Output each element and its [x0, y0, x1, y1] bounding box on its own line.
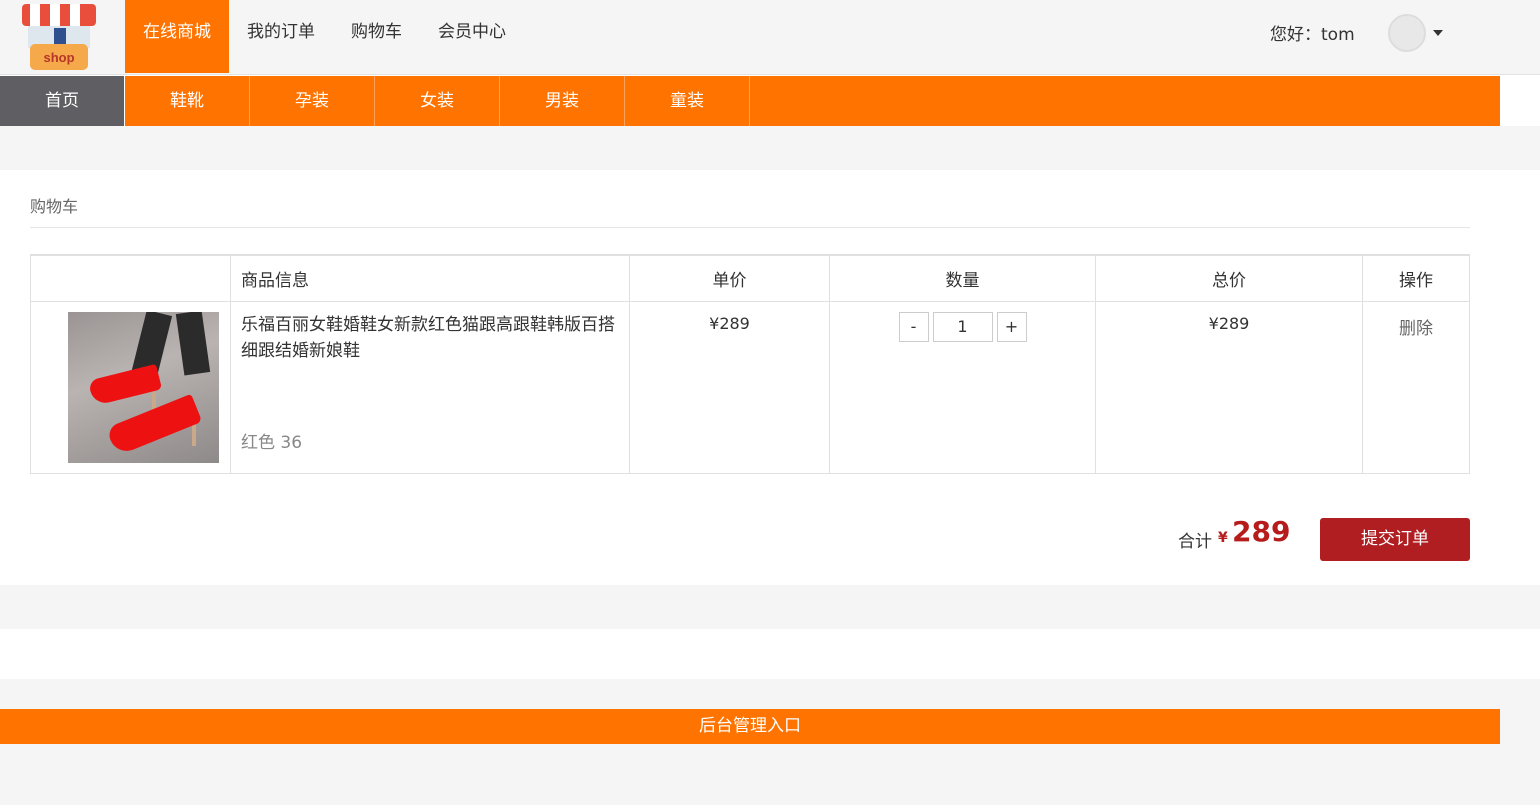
col-quantity: 数量 [829, 254, 1096, 302]
cart-panel: 购物车 商品信息 单价 数量 总价 操作 乐福百丽女鞋婚鞋女新款红色猫跟高跟鞋韩… [0, 170, 1500, 585]
logo-text: shop [43, 50, 74, 65]
quantity-input[interactable]: 1 [932, 311, 993, 342]
col-operation: 操作 [1362, 254, 1470, 302]
avatar[interactable] [1388, 14, 1426, 52]
product-spec: 红色 36 [241, 432, 303, 453]
row-total: ¥289 [1208, 313, 1250, 333]
increase-button[interactable]: + [996, 311, 1027, 342]
divider [30, 227, 1470, 228]
quantity-stepper: - 1 + [898, 311, 1027, 342]
col-product-info: 商品信息 [230, 254, 630, 302]
admin-entry-link[interactable]: 后台管理入口 [0, 709, 1500, 744]
cart-header-row: 商品信息 单价 数量 总价 操作 [30, 254, 1470, 302]
product-name[interactable]: 乐福百丽女鞋婚鞋女新款红色猫跟高跟鞋韩版百搭细跟结婚新娘鞋 [231, 302, 629, 364]
chevron-down-icon[interactable] [1433, 30, 1443, 36]
delete-link[interactable]: 删除 [1399, 302, 1433, 339]
user-greeting: 您好：tom [1270, 25, 1355, 45]
shop-logo[interactable]: shop [16, 0, 102, 72]
gray-spacer-top [0, 126, 1540, 170]
nav-my-orders[interactable]: 我的订单 [229, 0, 333, 73]
col-image [30, 254, 231, 302]
cart-title: 购物车 [30, 197, 79, 216]
top-nav: 在线商城 我的订单 购物车 会员中心 [125, 0, 524, 73]
nav-online-mall[interactable]: 在线商城 [125, 0, 229, 73]
total-price-cell: ¥289 [1095, 300, 1363, 474]
product-info-cell: 乐福百丽女鞋婚鞋女新款红色猫跟高跟鞋韩版百搭细跟结婚新娘鞋 红色 36 [230, 300, 630, 474]
top-header: shop 在线商城 我的订单 购物车 会员中心 您好：tom [0, 0, 1540, 75]
submit-order-button[interactable]: 提交订单 [1320, 518, 1470, 561]
operation-cell: 删除 [1362, 300, 1470, 474]
decrease-button[interactable]: - [898, 311, 929, 342]
cart-table: 商品信息 单价 数量 总价 操作 乐福百丽女鞋婚鞋女新款红色猫跟高跟鞋韩版百搭细… [30, 254, 1470, 474]
sum-value: 289 [1232, 515, 1291, 548]
unit-price: ¥289 [709, 313, 750, 333]
category-kids[interactable]: 童装 [625, 76, 750, 126]
nav-cart[interactable]: 购物车 [333, 0, 420, 73]
product-image[interactable] [68, 311, 219, 463]
category-bar: 首页 鞋靴 孕装 女装 男装 童装 [0, 76, 1500, 126]
category-women[interactable]: 女装 [375, 76, 500, 126]
col-unit-price: 单价 [629, 254, 830, 302]
category-home[interactable]: 首页 [0, 76, 125, 126]
unit-price-cell: ¥289 [629, 300, 830, 474]
quantity-cell: - 1 + [829, 300, 1096, 474]
sum-label: 合计 [1178, 532, 1212, 552]
table-row: 乐福百丽女鞋婚鞋女新款红色猫跟高跟鞋韩版百搭细跟结婚新娘鞋 红色 36 ¥289… [30, 300, 1470, 474]
sum-currency: ¥ [1218, 530, 1228, 546]
category-maternity[interactable]: 孕装 [250, 76, 375, 126]
nav-member-center[interactable]: 会员中心 [420, 0, 524, 73]
category-men[interactable]: 男装 [500, 76, 625, 126]
gray-spacer-mid [0, 585, 1540, 629]
col-total-price: 总价 [1095, 254, 1363, 302]
category-shoes[interactable]: 鞋靴 [125, 76, 250, 126]
product-image-cell [30, 300, 231, 474]
